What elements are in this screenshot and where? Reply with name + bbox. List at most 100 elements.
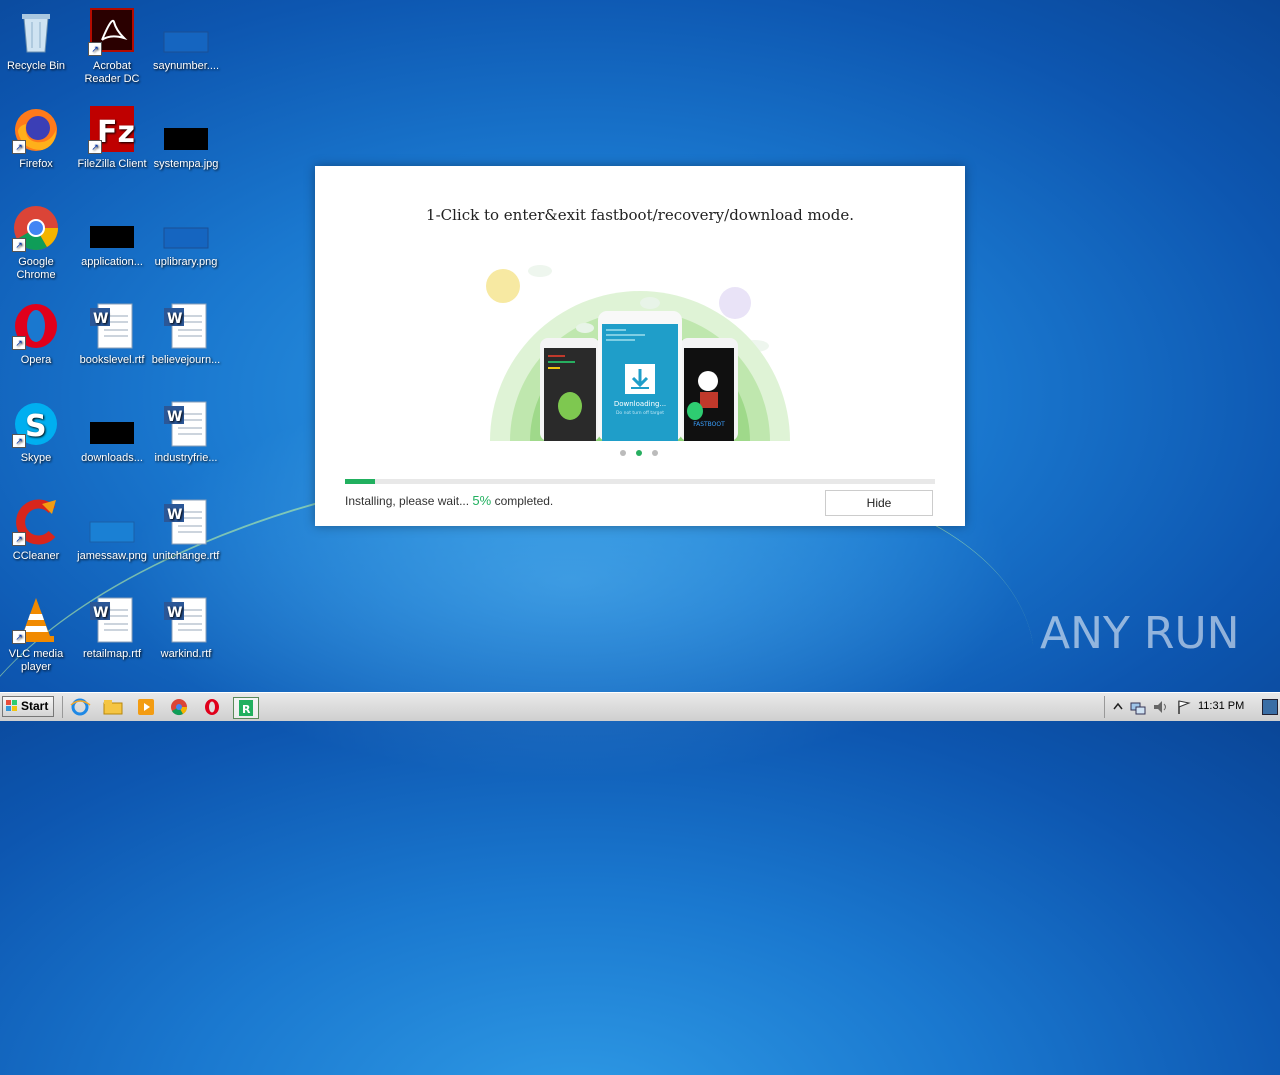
filezilla-icon: Fz ↗ [88, 106, 136, 154]
desktop-icon-label: application... [81, 256, 143, 268]
desktop-icon-label: unitchange.rtf [152, 550, 220, 562]
show-hidden-icons-icon[interactable] [1110, 699, 1126, 715]
status-prefix: Installing, please wait... [345, 494, 470, 508]
word-document-icon: W [162, 498, 210, 546]
shortcut-arrow-icon: ↗ [12, 238, 26, 252]
phones-illustration: FASTBOOT Downloading... Do not turn off … [486, 265, 790, 441]
desktop-icon-label: systempa.jpg [153, 158, 219, 170]
acrobat-icon: ↗ [88, 8, 136, 56]
desktop-icon-label: uplibrary.png [154, 256, 218, 268]
chrome-icon: ↗ [12, 204, 60, 252]
desktop-icon-label: industryfrie... [154, 452, 218, 464]
install-progress-fill [345, 479, 375, 484]
desktop-icon-label: Opera [20, 354, 52, 366]
shortcut-arrow-icon: ↗ [12, 532, 26, 546]
desktop-icon-believejourn[interactable]: W believejourn... [148, 302, 224, 367]
desktop-icon-skype[interactable]: S ↗ Skype [0, 400, 74, 465]
desktop-icon-unitchange[interactable]: W unitchange.rtf [148, 498, 224, 563]
svg-text:S: S [25, 409, 47, 444]
install-progress-bar [345, 479, 935, 484]
blank-file-icon [162, 8, 210, 56]
start-button[interactable]: Start [2, 696, 54, 717]
desktop-icon-label: jamessaw.png [77, 550, 147, 562]
desktop-icon-retailmap[interactable]: W retailmap.rtf [74, 596, 150, 661]
desktop-icon-downloads[interactable]: downloads... [74, 400, 150, 465]
desktop-icon-filezilla[interactable]: Fz ↗ FileZilla Client [74, 106, 150, 171]
installer-title: 1-Click to enter&exit fastboot/recovery/… [426, 206, 854, 224]
system-clock[interactable]: 11:31 PM [1198, 700, 1244, 712]
word-document-icon: W [88, 596, 136, 644]
taskbar-ie-icon[interactable] [68, 697, 92, 717]
carousel-dots [620, 450, 660, 458]
downloading-sublabel: Do not turn off target [616, 410, 664, 416]
action-center-flag-icon[interactable] [1176, 699, 1192, 715]
desktop-icon-uplibrary[interactable]: uplibrary.png [148, 204, 224, 269]
desktop-icon-label: Recycle Bin [6, 60, 66, 72]
show-desktop-button[interactable] [1262, 699, 1278, 715]
svg-text:W: W [93, 605, 108, 621]
desktop-icon-bookslevel[interactable]: W bookslevel.rtf [74, 302, 150, 367]
fastboot-label: FASTBOOT [693, 421, 725, 428]
taskbar-media-player-icon[interactable] [134, 697, 158, 717]
skype-icon: S ↗ [12, 400, 60, 448]
image-file-icon [162, 204, 210, 252]
taskbar: Start R 11:31 PM [0, 692, 1280, 721]
carousel-dot[interactable] [620, 450, 626, 456]
anyrun-watermark: ANY RUN [1040, 608, 1240, 668]
taskbar-explorer-icon[interactable] [101, 697, 125, 717]
shortcut-arrow-icon: ↗ [12, 630, 26, 644]
desktop-icon-label: saynumber.... [152, 60, 220, 72]
hide-button[interactable]: Hide [825, 490, 933, 516]
image-file-icon [88, 498, 136, 546]
downloading-label: Downloading... [614, 400, 666, 408]
firefox-icon: ↗ [12, 106, 60, 154]
desktop-icon-saynumber[interactable]: saynumber.... [148, 8, 224, 73]
desktop-icon-firefox[interactable]: ↗ Firefox [0, 106, 74, 171]
network-icon[interactable] [1130, 699, 1146, 715]
taskbar-installer-icon[interactable]: R [233, 697, 259, 719]
recycle-bin-icon [12, 8, 60, 56]
status-percent: 5% [472, 493, 492, 508]
desktop-icon-warkind[interactable]: W warkind.rtf [148, 596, 224, 661]
desktop-icon-opera[interactable]: ↗ Opera [0, 302, 74, 367]
install-status: Installing, please wait... 5% completed. [345, 493, 553, 508]
desktop-icon-vlc[interactable]: ↗ VLC media player [0, 596, 74, 674]
svg-text:R: R [242, 703, 251, 716]
svg-text:W: W [167, 409, 182, 425]
carousel-dot-active[interactable] [636, 450, 642, 456]
image-file-icon [88, 400, 136, 448]
installer-window: 1-Click to enter&exit fastboot/recovery/… [315, 166, 965, 526]
desktop-icon-recycle-bin[interactable]: Recycle Bin [0, 8, 74, 73]
shortcut-arrow-icon: ↗ [88, 42, 102, 56]
word-document-icon: W [88, 302, 136, 350]
desktop-icon-label: Google Chrome [16, 256, 56, 281]
desktop-icon-industryfrie[interactable]: W industryfrie... [148, 400, 224, 465]
desktop-icon-systempa[interactable]: systempa.jpg [148, 106, 224, 171]
taskbar-opera-icon[interactable] [200, 697, 224, 717]
word-document-icon: W [162, 302, 210, 350]
desktop-icon-jamessaw[interactable]: jamessaw.png [74, 498, 150, 563]
word-document-icon: W [162, 596, 210, 644]
volume-icon[interactable] [1152, 699, 1168, 715]
taskbar-divider [62, 696, 63, 718]
svg-text:W: W [167, 311, 182, 327]
shortcut-arrow-icon: ↗ [12, 434, 26, 448]
desktop-icon-label: believejourn... [151, 354, 221, 366]
taskbar-chrome-icon[interactable] [167, 697, 191, 717]
desktop-icon-ccleaner[interactable]: ↗ CCleaner [0, 498, 74, 563]
svg-text:Fz: Fz [97, 115, 135, 150]
desktop-icon-label: FileZilla Client [77, 158, 147, 170]
desktop-icon-label: Acrobat Reader DC [84, 60, 140, 85]
desktop-icon-label: bookslevel.rtf [79, 354, 145, 366]
desktop-icon-label: CCleaner [12, 550, 60, 562]
desktop-icon-application[interactable]: application... [74, 204, 150, 269]
svg-text:W: W [167, 605, 182, 621]
carousel-dot[interactable] [652, 450, 658, 456]
watermark-text: ANY RUN [1040, 608, 1240, 659]
desktop-icon-acrobat[interactable]: ↗ Acrobat Reader DC [74, 8, 150, 86]
desktop-icon-label: VLC media player [8, 648, 64, 673]
shortcut-arrow-icon: ↗ [12, 140, 26, 154]
opera-icon: ↗ [12, 302, 60, 350]
windows-flag-icon [6, 700, 17, 711]
desktop-icon-chrome[interactable]: ↗ Google Chrome [0, 204, 74, 282]
